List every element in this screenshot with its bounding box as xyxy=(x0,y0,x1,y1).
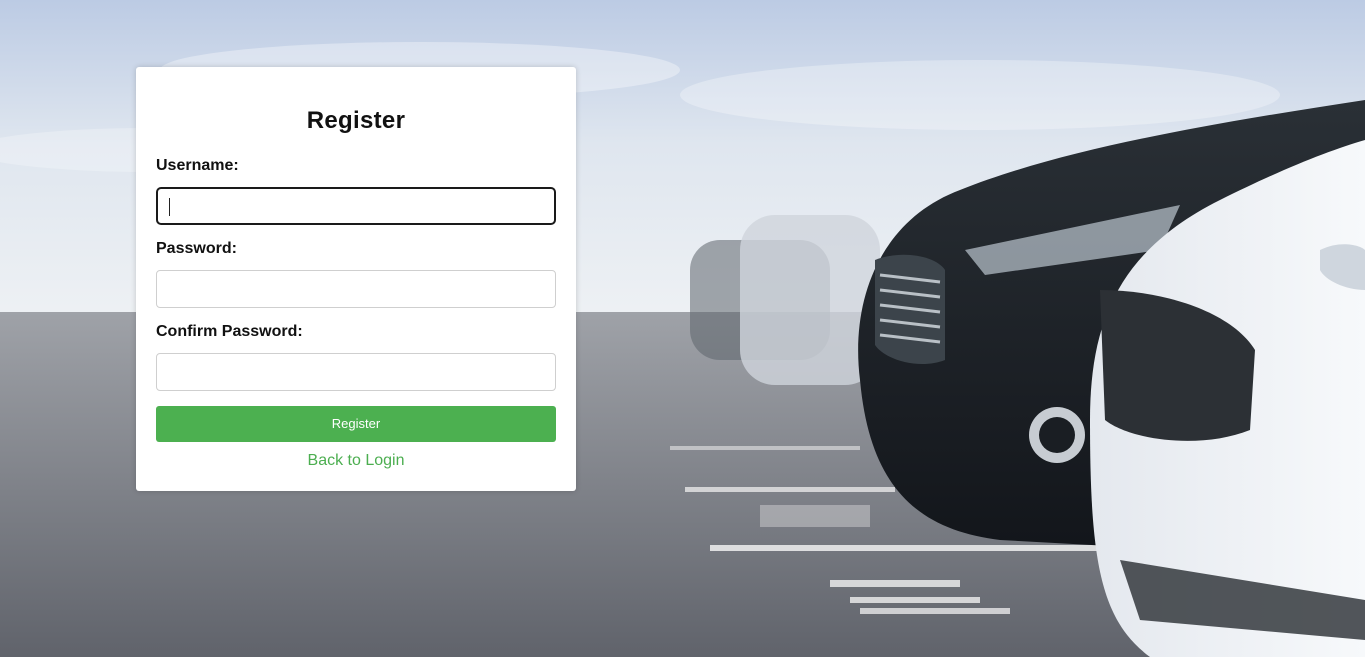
confirm-password-label: Confirm Password: xyxy=(156,323,303,340)
register-card: Register Username: Password: Confirm Pas… xyxy=(136,67,576,491)
back-to-login-link[interactable]: Back to Login xyxy=(136,452,576,470)
register-button[interactable]: Register xyxy=(156,406,556,442)
page: Register Username: Password: Confirm Pas… xyxy=(0,0,1365,657)
password-input[interactable] xyxy=(156,270,556,308)
confirm-password-input[interactable] xyxy=(156,353,556,391)
username-label: Username: xyxy=(156,157,239,174)
page-title: Register xyxy=(306,107,406,134)
text-caret xyxy=(169,198,170,216)
password-label: Password: xyxy=(156,240,237,257)
username-input[interactable] xyxy=(156,187,556,225)
